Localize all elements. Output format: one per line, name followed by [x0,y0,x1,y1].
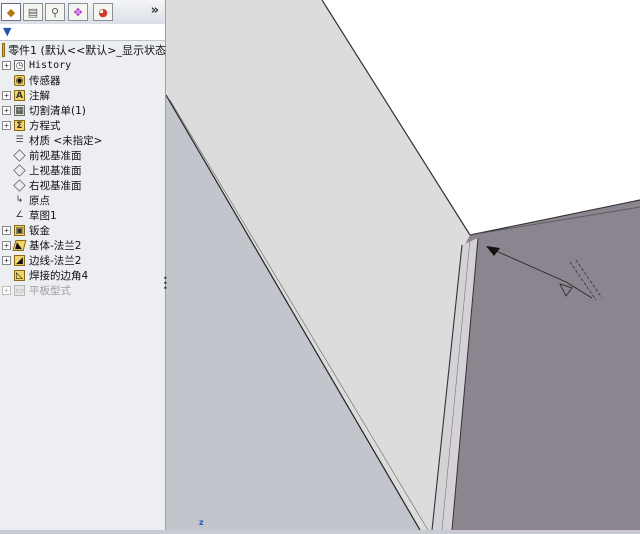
tree-item-label: 边线-法兰2 [29,255,82,267]
sensor-icon: ◉ [14,75,25,86]
feature-manager-panel: ◆ ▤ ⚲ ✥ ◕ » ▼ 零件1 (默认<<默认>_显示状态 + ◷ Hist… [0,0,166,530]
expand-toggle-icon[interactable]: + [2,286,11,295]
tree-item-label: 前视基准面 [29,150,82,162]
flat-pattern-icon: ▭ [14,285,25,296]
dimxpert-icon: ✥ [73,5,83,19]
tab-configuration-manager[interactable]: ⚲ [45,3,65,21]
expand-toggle-icon[interactable]: + [2,91,11,100]
tree-root-part[interactable]: 零件1 (默认<<默认>_显示状态 [2,42,166,58]
tree-item-label: 传感器 [29,75,61,87]
expand-chevron-icon[interactable]: » [151,3,159,18]
tree-item-welded-corner4[interactable]: ◺ 焊接的边角4 [0,268,164,283]
tree-item-top-plane[interactable]: 上视基准面 [0,163,164,178]
propertymanager-icon: ▤ [27,5,39,19]
expand-toggle-icon[interactable]: + [2,121,11,130]
tab-display-manager[interactable]: ◕ [93,3,113,21]
tree-item-sketch1[interactable]: ∠ 草图1 [0,208,164,223]
tree-item-equations[interactable]: + Σ 方程式 [0,118,164,133]
origin-icon: ↳ [15,195,24,205]
configurationmanager-icon: ⚲ [50,5,60,19]
tree-item-label: 上视基准面 [29,165,82,177]
tab-property-manager[interactable]: ▤ [23,3,43,21]
featuremanager-icon: ◆ [6,5,16,19]
tree-item-label: History [29,60,72,71]
filter-icon: ▼ [3,25,12,38]
tree-item-label: 平板型式 [29,285,71,297]
plane-icon [13,164,26,177]
expand-toggle-icon[interactable]: + [2,256,11,265]
tree-item-label: 原点 [29,195,50,207]
equation-icon: Σ [14,120,25,131]
axis-z-label: z [199,518,204,527]
part-icon [2,42,6,58]
plane-icon [13,149,26,162]
tree-item-label: 钣金 [29,225,50,237]
cutlist-icon: ▦ [14,105,25,116]
tree-item-label: 方程式 [29,120,61,132]
tree-item-edge-flange2[interactable]: + ◢ 边线-法兰2 [0,253,164,268]
material-icon: ☰ [15,135,24,145]
edge-flange-icon: ◢ [14,255,25,266]
tree-item-front-plane[interactable]: 前视基准面 [0,148,164,163]
manager-tabs: ◆ ▤ ⚲ ✥ ◕ » [0,0,165,25]
base-flange-icon: ◣ [12,240,27,251]
tree-item-sensors[interactable]: ◉ 传感器 [0,73,164,88]
tree-item-label: 切割清单(1) [29,105,86,117]
tab-dimxpert-manager[interactable]: ✥ [68,3,88,21]
tree-item-label: 焊接的边角4 [29,270,89,282]
tree-item-label: 材质 <未指定> [29,135,103,147]
tab-feature-manager[interactable]: ◆ [1,3,21,21]
tree-item-history[interactable]: + ◷ History [0,58,164,73]
welded-corner-icon: ◺ [14,270,25,281]
tree-item-origin[interactable]: ↳ 原点 [0,193,164,208]
displaymanager-icon: ◕ [98,5,108,19]
annotation-icon: A [14,90,25,101]
plane-icon [13,179,26,192]
expand-toggle-icon[interactable]: + [2,226,11,235]
tree-item-material[interactable]: ☰ 材质 <未指定> [0,133,164,148]
tree-root-label: 零件1 (默认<<默认>_显示状态 [8,44,166,57]
tree-item-cutlist[interactable]: + ▦ 切割清单(1) [0,103,164,118]
tree-item-label: 注解 [29,90,50,102]
history-icon: ◷ [14,60,25,71]
expand-toggle-icon[interactable]: + [2,61,11,70]
sheetmetal-icon: ▣ [14,225,25,236]
tree-item-label: 草图1 [29,210,57,222]
tree-item-right-plane[interactable]: 右视基准面 [0,178,164,193]
tree-item-label: 基体-法兰2 [29,240,82,252]
tree-item-label: 右视基准面 [29,180,82,192]
tree-filter-input[interactable]: ▼ [0,24,165,41]
expand-toggle-icon[interactable]: + [2,106,11,115]
sketch-icon: ∠ [15,210,24,220]
tree-item-flat-pattern[interactable]: + ▭ 平板型式 [0,283,164,298]
tree-item-base-flange2[interactable]: + ◣ 基体-法兰2 [0,238,164,253]
tree-item-annotations[interactable]: + A 注解 [0,88,164,103]
tree-item-sheet-metal[interactable]: + ▣ 钣金 [0,223,164,238]
expand-toggle-icon[interactable]: + [2,241,11,250]
panel-resize-handle[interactable]: • • • [163,275,168,296]
